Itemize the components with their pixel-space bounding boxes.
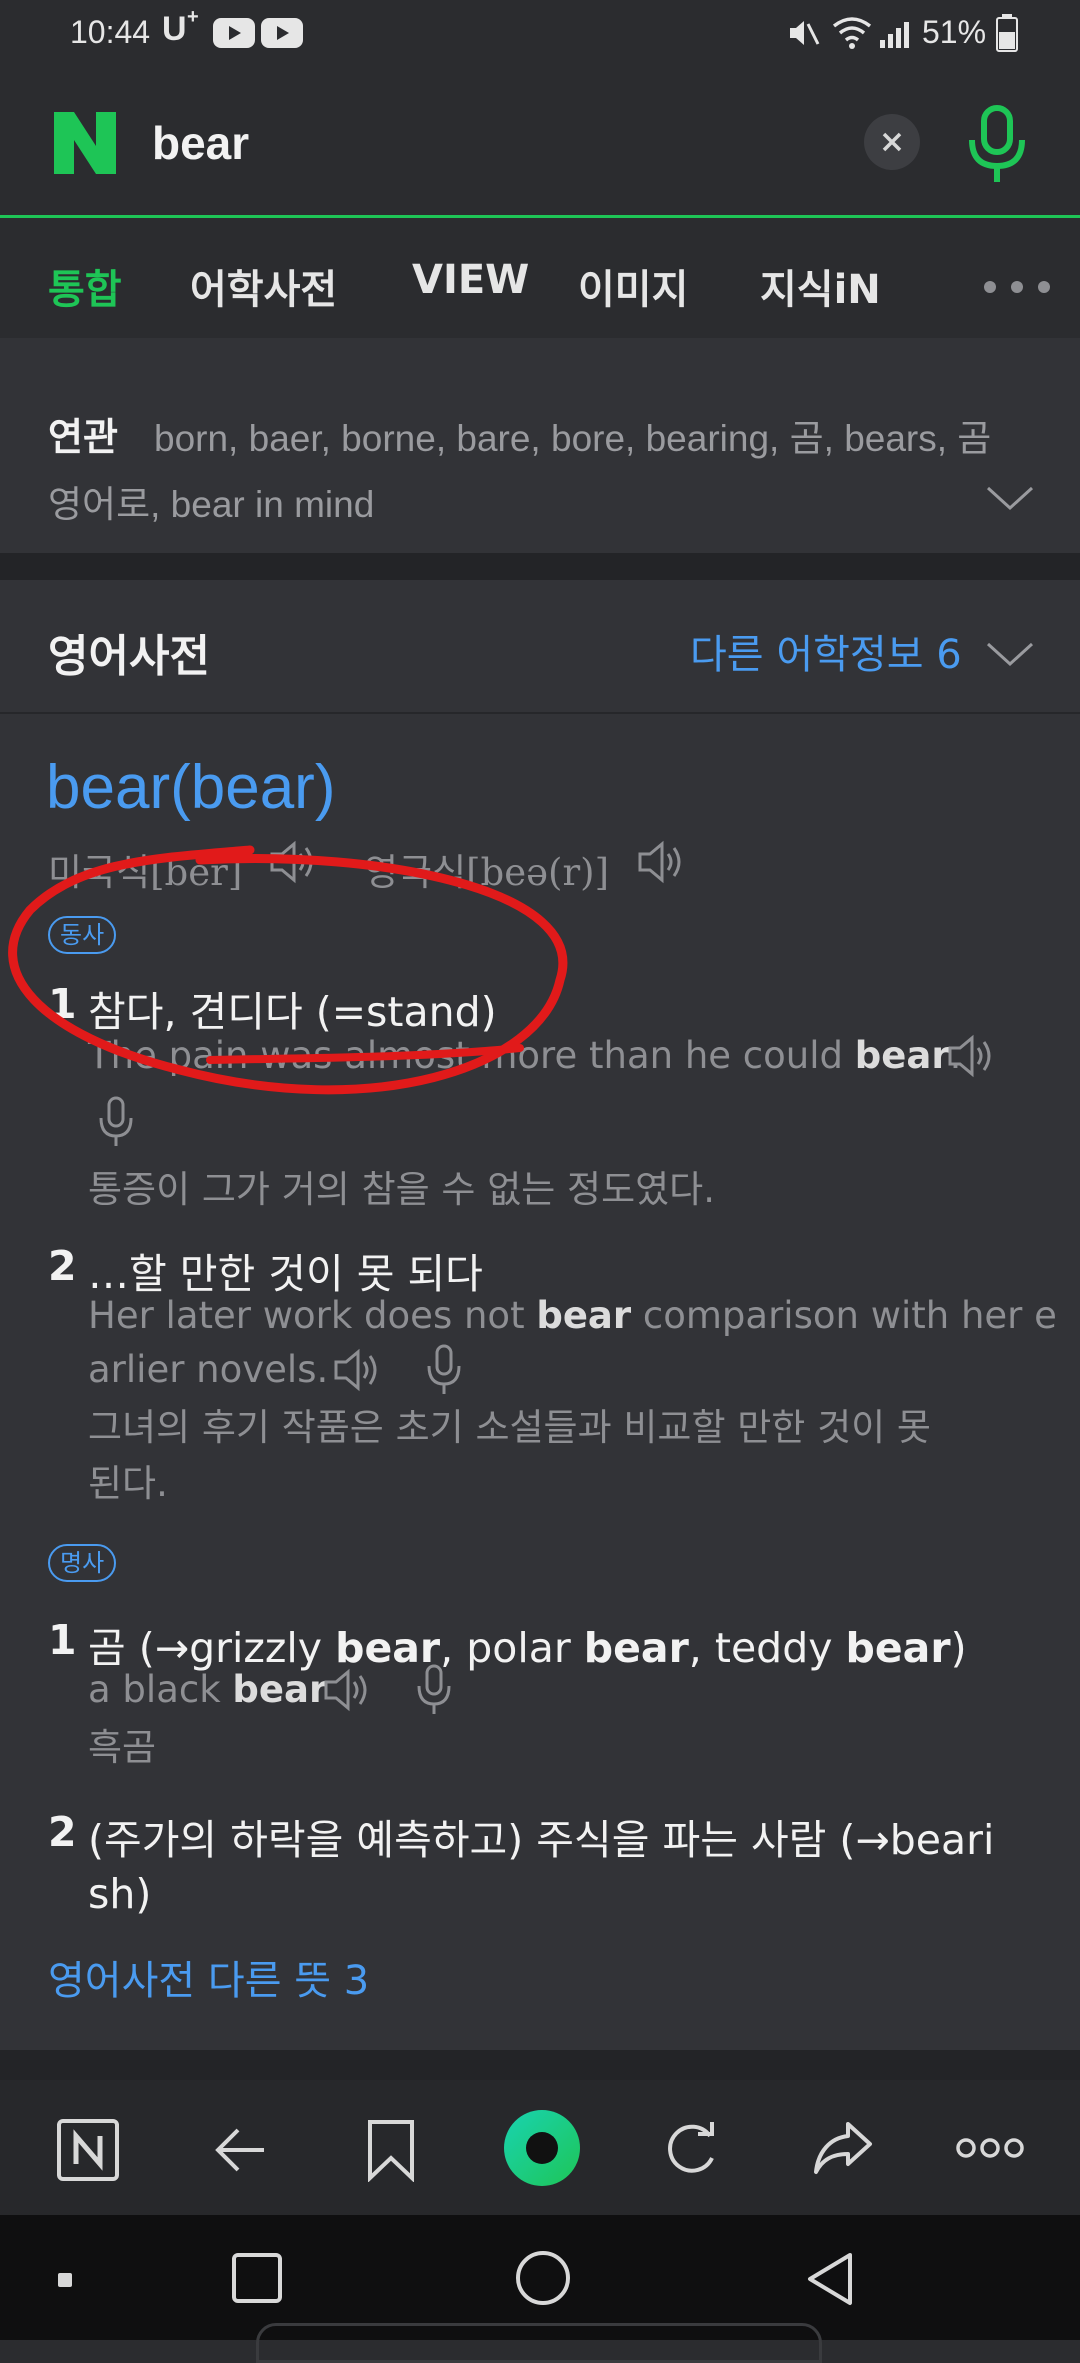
naver-home-icon[interactable] bbox=[56, 2118, 120, 2182]
sense-number: 1 bbox=[48, 1616, 77, 1664]
tab-integrated[interactable]: 통합 bbox=[48, 257, 122, 315]
tab-knowledge-in[interactable]: 지식iN bbox=[760, 257, 881, 315]
mute-icon bbox=[790, 21, 820, 45]
example-sentence: a black bear bbox=[88, 1662, 327, 1717]
search-input[interactable]: bear bbox=[152, 116, 249, 170]
sense-number: 2 bbox=[48, 1808, 77, 1856]
example-text: a black bbox=[88, 1668, 233, 1711]
example-text: Her later work does not bbox=[88, 1294, 537, 1337]
close-icon bbox=[882, 132, 902, 152]
divider bbox=[0, 712, 1080, 714]
carrier-label: U bbox=[162, 10, 187, 48]
sense-meaning: (주가의 하락을 예측하고) 주식을 파는 사람 (→beari bbox=[88, 1816, 995, 1864]
example-translation-line2: 된다. bbox=[88, 1462, 168, 1505]
status-time: 10:44 bbox=[70, 14, 151, 50]
tab-images[interactable]: 이미지 bbox=[578, 257, 688, 315]
tab-view[interactable]: VIEW bbox=[412, 257, 529, 303]
other-language-info-link[interactable]: 다른 어학정보 6 bbox=[690, 622, 962, 680]
section-title: 영어사전 bbox=[48, 631, 210, 682]
back-arrow-icon[interactable] bbox=[212, 2124, 268, 2176]
microphone-icon[interactable] bbox=[424, 1344, 464, 1398]
youtube-notification-icon bbox=[213, 18, 303, 48]
meaning-keyword: bear bbox=[845, 1624, 951, 1672]
wifi-icon bbox=[832, 17, 872, 49]
meaning-text: , polar bbox=[440, 1624, 584, 1672]
carrier-plus: + bbox=[187, 6, 199, 28]
example-sentence-line2: arlier novels. bbox=[88, 1348, 329, 1391]
example-sentence: Her later work does not bear comparison … bbox=[88, 1288, 1057, 1343]
signal-icon bbox=[880, 22, 909, 48]
speaker-icon[interactable] bbox=[332, 1346, 386, 1394]
related-terms-line1[interactable]: born, baer, borne, bare, bore, bearing, … bbox=[154, 408, 991, 462]
green-dot-icon[interactable] bbox=[502, 2108, 582, 2188]
speaker-icon[interactable] bbox=[946, 1032, 1000, 1080]
example-keyword: bear bbox=[854, 1034, 950, 1077]
more-horizontal-icon[interactable] bbox=[982, 279, 1052, 295]
sense-meaning-line2: sh) bbox=[88, 1870, 152, 1918]
tab-dictionary[interactable]: 어학사전 bbox=[190, 257, 337, 315]
naver-logo-icon[interactable] bbox=[50, 110, 120, 176]
clear-search-button[interactable] bbox=[864, 114, 920, 170]
bookmark-icon[interactable] bbox=[366, 2118, 416, 2182]
speaker-icon[interactable] bbox=[322, 1666, 376, 1714]
microphone-icon[interactable] bbox=[414, 1664, 454, 1718]
meaning-keyword: bear bbox=[583, 1624, 689, 1672]
home-icon[interactable] bbox=[516, 2251, 570, 2305]
example-keyword: bear bbox=[536, 1294, 632, 1337]
share-icon[interactable] bbox=[812, 2120, 874, 2176]
chevron-down-icon[interactable] bbox=[986, 484, 1034, 512]
sense-number: 2 bbox=[48, 1242, 77, 1290]
section-divider bbox=[0, 2050, 1080, 2080]
speaker-icon[interactable] bbox=[636, 838, 690, 886]
red-annotation-circle bbox=[8, 845, 568, 1095]
system-navigation-bar bbox=[0, 2215, 1080, 2363]
english-dictionary-card: 영어사전 다른 어학정보 6 bear(bear) 미국식[ber] 영국식[b… bbox=[0, 580, 1080, 2050]
battery-percent: 51% bbox=[922, 14, 987, 50]
example-translation: 흑곰 bbox=[88, 1726, 157, 1769]
refresh-icon[interactable] bbox=[662, 2120, 720, 2178]
browser-toolbar bbox=[0, 2080, 1080, 2215]
battery-icon bbox=[996, 14, 1018, 52]
pos-badge-noun: 명사 bbox=[48, 1544, 117, 1582]
example-text: comparison with her e bbox=[631, 1294, 1057, 1337]
meaning-text: , teddy bbox=[688, 1624, 846, 1672]
gesture-handle bbox=[256, 2323, 822, 2363]
related-terms-line2[interactable]: 영어로, bear in mind bbox=[48, 474, 374, 528]
section-divider bbox=[0, 553, 1080, 580]
microphone-icon[interactable] bbox=[964, 104, 1030, 186]
search-bar: bear bbox=[0, 70, 1080, 218]
status-bar: 10:44 U + 51% bbox=[0, 0, 1080, 70]
headword[interactable]: bear(bear) bbox=[46, 752, 335, 823]
meaning-text: ) bbox=[950, 1624, 967, 1672]
search-tabs: 통합 어학사전 VIEW 이미지 지식iN bbox=[0, 221, 1080, 351]
example-translation: 그녀의 후기 작품은 초기 소설들과 비교할 만한 것이 못 bbox=[88, 1406, 931, 1449]
more-icon[interactable] bbox=[956, 2136, 1024, 2160]
small-square-icon bbox=[58, 2273, 72, 2287]
related-label: 연관 bbox=[48, 415, 118, 459]
chevron-down-icon[interactable] bbox=[986, 640, 1034, 668]
example-keyword: bear bbox=[232, 1668, 328, 1711]
related-searches: 연관 born, baer, borne, bare, bore, bearin… bbox=[0, 338, 1080, 553]
back-icon[interactable] bbox=[804, 2251, 856, 2307]
recent-apps-icon[interactable] bbox=[232, 2253, 282, 2303]
more-meanings-link[interactable]: 영어사전 다른 뜻 3 bbox=[48, 1948, 369, 2006]
